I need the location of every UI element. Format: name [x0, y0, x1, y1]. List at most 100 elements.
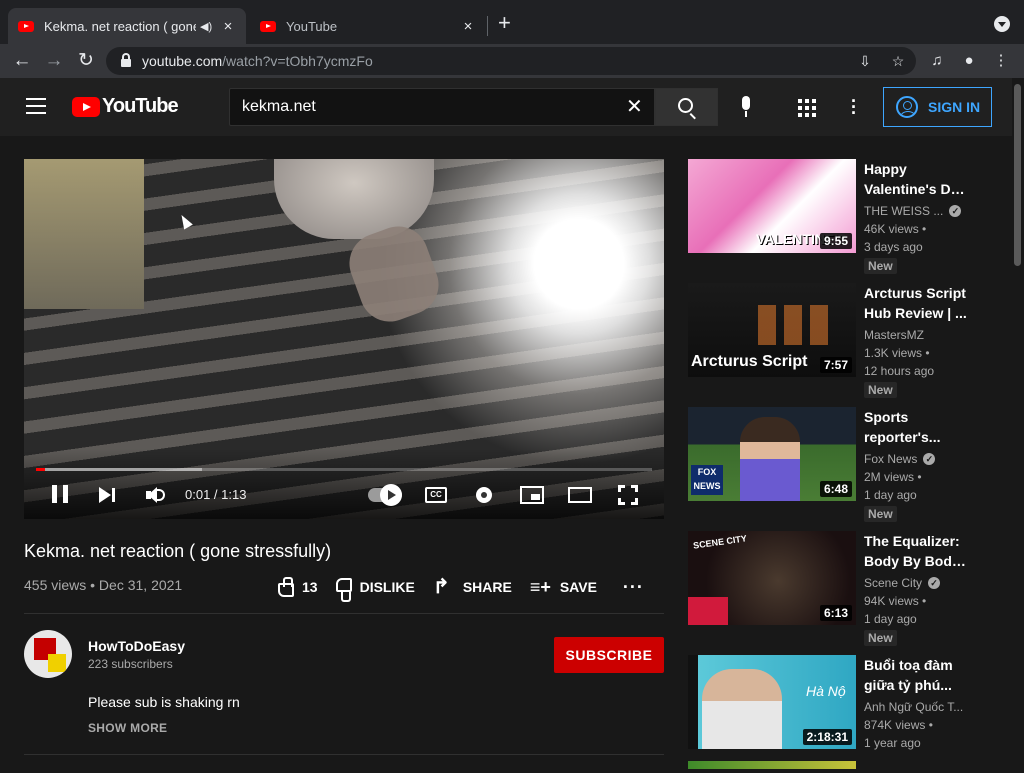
like-button[interactable]: 13	[278, 577, 318, 597]
divider	[24, 613, 664, 614]
channel-name[interactable]: Scene City ✓	[864, 576, 941, 590]
scene-city-logo: SCENE CITY	[692, 533, 748, 551]
search-icon	[678, 98, 693, 113]
youtube-logo[interactable]: YouTube	[72, 95, 179, 118]
browser-menu-icon[interactable]: ⋮	[990, 50, 1012, 72]
dislike-button[interactable]: DISLIKE	[335, 578, 415, 602]
more-actions-icon[interactable]: ···	[623, 577, 644, 598]
forward-button[interactable]: →	[42, 49, 66, 73]
recommended-video[interactable]: SCENE CITY 6:13 The Equalizer: Body By Bo…	[688, 531, 978, 649]
duration-badge: 9:55	[819, 233, 852, 249]
url-host: youtube.com	[142, 53, 223, 69]
video-title[interactable]: Arcturus Script Hub Review | ...	[864, 283, 968, 323]
youtube-favicon-icon	[18, 20, 34, 32]
channel-name[interactable]: MastersMZ	[864, 328, 924, 342]
install-app-icon[interactable]: ⇩	[855, 51, 875, 71]
tab-search-icon[interactable]	[994, 16, 1010, 32]
video-thumbnail[interactable]: Hà Nộ 2:18:31	[688, 655, 856, 749]
subscribe-button[interactable]: SUBSCRIBE	[554, 637, 664, 673]
gear-icon[interactable]	[474, 485, 494, 505]
video-thumbnail[interactable]: SCENE CITY 6:13	[688, 531, 856, 625]
upload-age: 1 year ago	[864, 736, 921, 750]
channel-name[interactable]: Fox News ✓	[864, 452, 936, 466]
tab-youtube[interactable]: YouTube ×	[250, 8, 486, 44]
share-button[interactable]: ↱ SHARE	[433, 577, 512, 597]
tab-title: Kekma. net reaction ( gone stressfully)	[44, 18, 196, 34]
progress-bar[interactable]	[36, 468, 652, 471]
like-count: 13	[302, 579, 318, 595]
fullscreen-icon[interactable]	[618, 485, 638, 505]
time-display: 0:01 / 1:13	[185, 487, 247, 502]
menu-icon[interactable]	[26, 98, 46, 114]
address-bar[interactable]: youtube.com/watch?v=tObh7ycmzFo ⇩ ☆	[106, 47, 916, 75]
recommended-video[interactable]: VALENTINE'S 9:55 Happy Valentine's Da... …	[688, 159, 978, 277]
video-thumbnail[interactable]: Arcturus Script 7:57	[688, 283, 856, 377]
close-tab-icon[interactable]: ×	[220, 18, 236, 35]
channel-name[interactable]: HowToDoEasy	[88, 638, 185, 654]
duration-badge: 7:57	[819, 357, 852, 373]
video-description: Please sub is shaking rn	[88, 694, 240, 710]
video-player[interactable]: 0:01 / 1:13 CC	[24, 159, 664, 519]
apps-grid-icon[interactable]	[798, 99, 816, 117]
dislike-label: DISLIKE	[359, 579, 415, 595]
recommended-video[interactable]: Hà Nộ 2:18:31 Buổi toạ đàm giữa tỷ phú...…	[688, 655, 978, 773]
share-icon: ↱	[432, 576, 450, 598]
subscriber-count: 223 subscribers	[88, 657, 173, 671]
save-button[interactable]: ≡+ SAVE	[530, 577, 597, 597]
channel-name[interactable]: Anh Ngữ Quốc T...	[864, 700, 963, 714]
new-tab-button[interactable]: +	[498, 12, 511, 34]
profile-icon[interactable]: ●	[958, 50, 980, 72]
video-title[interactable]: The Equalizer: Body By Body...	[864, 531, 968, 571]
browser-toolbar: ← → ↻ youtube.com/watch?v=tObh7ycmzFo ⇩ …	[0, 44, 1024, 78]
video-title[interactable]: Buổi toạ đàm giữa tỷ phú...	[864, 655, 968, 695]
microphone-icon[interactable]	[739, 96, 753, 120]
view-count: 874K views •	[864, 718, 933, 732]
view-count: 1.3K views •	[864, 346, 930, 360]
youtube-header: YouTube kekma.net ✕ · · · SIGN IN	[0, 78, 1012, 136]
verified-check-icon: ✓	[923, 453, 936, 465]
upload-age: 1 day ago	[864, 612, 917, 626]
sign-in-button[interactable]: SIGN IN	[883, 87, 992, 127]
autoplay-play-icon[interactable]	[380, 484, 402, 506]
theater-mode-icon[interactable]	[568, 487, 592, 503]
bookmark-star-icon[interactable]: ☆	[888, 51, 908, 71]
progress-played	[36, 468, 45, 471]
tab-separator	[487, 16, 488, 36]
tab-title: YouTube	[286, 18, 338, 34]
video-title[interactable]: Happy Valentine's Da...	[864, 159, 968, 199]
fox-news-logo: FOX NEWS	[691, 465, 723, 495]
tab-video[interactable]: Kekma. net reaction ( gone stressfully) …	[8, 8, 246, 44]
recommended-video[interactable]: FOX NEWS 6:48 Sports reporter's... Fox Ne…	[688, 407, 978, 525]
upload-age: 3 days ago	[864, 240, 923, 254]
next-video-icon[interactable]	[99, 487, 117, 503]
lock-icon[interactable]	[121, 53, 131, 67]
video-title[interactable]: Sports reporter's...	[864, 407, 968, 447]
channel-name[interactable]: THE WEISS ... ✓	[864, 204, 962, 218]
speaker-icon[interactable]: ◀)	[200, 20, 214, 33]
video-thumbnail[interactable]: FOX NEWS 6:48	[688, 407, 856, 501]
thumbs-up-icon	[278, 577, 294, 597]
captions-icon[interactable]: CC	[425, 487, 447, 503]
new-badge: New	[864, 506, 897, 522]
youtube-favicon-icon	[260, 20, 276, 32]
reload-button[interactable]: ↻	[74, 49, 98, 73]
media-control-icon[interactable]: ♫	[926, 50, 948, 72]
upload-age: 12 hours ago	[864, 364, 935, 378]
channel-avatar[interactable]	[24, 630, 72, 678]
video-thumbnail[interactable]: VALENTINE'S 9:55	[688, 159, 856, 253]
scrollbar-thumb[interactable]	[1014, 84, 1021, 266]
clear-search-icon[interactable]: ✕	[626, 97, 643, 117]
show-more-button[interactable]: SHOW MORE	[88, 721, 167, 735]
back-button[interactable]: ←	[10, 49, 34, 73]
search-button[interactable]	[655, 88, 718, 126]
settings-menu-icon[interactable]: · · ·	[850, 92, 858, 122]
progress-buffered	[36, 468, 203, 471]
thumbs-down-icon	[335, 578, 352, 602]
search-input[interactable]: kekma.net	[229, 88, 655, 126]
view-count: 46K views •	[864, 222, 927, 236]
close-tab-icon[interactable]: ×	[460, 18, 476, 35]
recommended-video[interactable]: Arcturus Script 7:57 Arcturus Script Hub …	[688, 283, 978, 401]
duration-badge: 6:13	[819, 605, 852, 621]
pause-icon[interactable]	[52, 485, 68, 503]
miniplayer-icon[interactable]	[520, 486, 544, 504]
